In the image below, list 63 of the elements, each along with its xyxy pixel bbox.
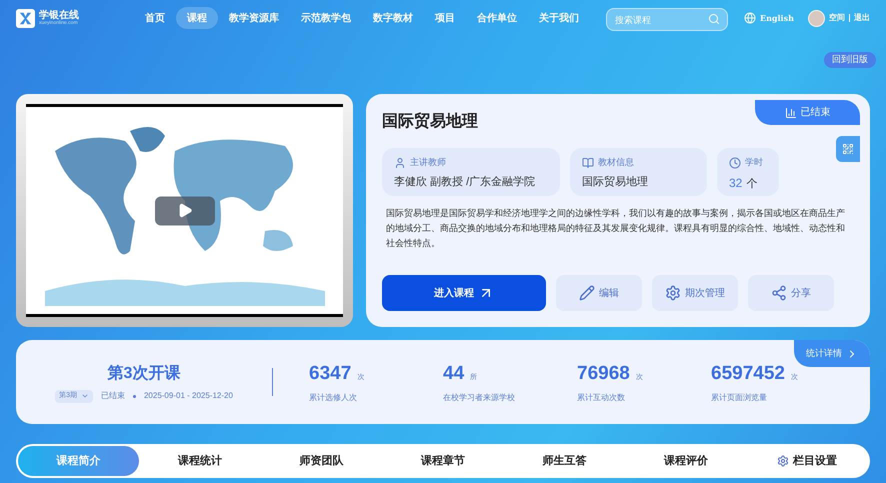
info-label: 主讲教师 (410, 156, 446, 169)
status-text: 已结束 (800, 106, 830, 120)
search-icon (708, 12, 720, 24)
action-button[interactable]: 期次管理 (652, 275, 738, 311)
stat-value: 76968 (577, 362, 630, 386)
nav-link[interactable]: 关于我们 (528, 7, 590, 29)
info-label: 学时 (745, 156, 763, 169)
action-button[interactable]: 进入课程 (382, 275, 546, 311)
person-icon (394, 156, 406, 169)
nav-link[interactable]: 首页 (134, 7, 176, 29)
tab[interactable]: 课程章节 (382, 446, 504, 476)
tab[interactable]: 课程统计 (139, 446, 261, 476)
chevron-down-icon (80, 392, 89, 400)
settings-icon (665, 285, 681, 301)
old-version-button[interactable]: 回到旧版 (824, 52, 876, 68)
info-value: 国际贸易地理 (582, 174, 648, 190)
nav-link[interactable]: 教学资源库 (218, 7, 290, 29)
course-title: 国际贸易地理 (382, 111, 478, 132)
session-title: 第3次开课 (108, 364, 180, 384)
qr-code-button[interactable] (836, 136, 860, 162)
stat-label: 累计页面浏览量 (711, 392, 768, 404)
nav-link[interactable]: 数字教材 (362, 7, 424, 29)
logo-name: 学银在线 (39, 10, 79, 20)
tab[interactable]: 课程评价 (625, 446, 747, 476)
qr-code-icon (842, 143, 854, 155)
stat-label: 在校学习者来源学校 (443, 392, 516, 404)
session-dates: 2025-09-01 - 2025-12-20 (144, 390, 233, 402)
info-value: 32 (729, 174, 742, 192)
info-value: 李健欣 副教授 /广东金融学院 (394, 174, 536, 190)
play-button[interactable] (154, 196, 214, 225)
stat-label: 累计选修人次 (309, 392, 358, 404)
share-icon (771, 285, 787, 301)
info-label: 教材信息 (598, 156, 634, 169)
stat-label: 累计互动次数 (577, 392, 626, 404)
bar-chart-icon (784, 106, 796, 118)
tab[interactable]: 课程简介 (18, 446, 140, 476)
session-status: 已结束 (100, 390, 125, 402)
stat-value: 44 (443, 362, 464, 386)
action-button[interactable]: 分享 (748, 275, 834, 311)
nav-link[interactable]: 项目 (424, 7, 466, 29)
tab[interactable]: 师资团队 (260, 446, 382, 476)
clock-icon (729, 156, 741, 169)
nav-link[interactable]: 示范教学包 (290, 7, 362, 29)
user-link[interactable]: 空间 (829, 12, 845, 24)
pencil-icon (579, 285, 595, 301)
logo-icon (16, 8, 35, 28)
tab[interactable]: 师生互答 (504, 446, 626, 476)
search-field[interactable]: 搜索课程 (606, 8, 728, 31)
action-button[interactable]: 编辑 (556, 275, 642, 311)
play-icon (176, 202, 192, 218)
nav-link[interactable]: 课程 (176, 7, 218, 29)
book-icon (582, 156, 594, 169)
info-unit: 个 (746, 176, 758, 192)
logout-link[interactable]: 退出 (854, 12, 870, 24)
stat-value: 6347 (309, 362, 352, 386)
tab[interactable]: 栏目设置 (746, 446, 868, 476)
stats-detail-button[interactable]: 统计详情 (794, 340, 870, 367)
language-link[interactable]: English (760, 12, 794, 24)
course-description: 国际贸易地理是国际贸易学和经济地理学之间的边缘性学科，我们以有趣的故事与案例，揭示各国或地区在商品生产的地域分工、商品交换的地域分布和地理格局的特征及其发展变化规律。课程具有明显的综合性、地域性、动态性和社会性特点。 (385, 207, 846, 250)
globe-icon (744, 12, 756, 24)
nav-link[interactable]: 合作单位 (466, 7, 528, 29)
settings-icon (777, 455, 790, 467)
stat-value: 6597452 (711, 362, 785, 386)
